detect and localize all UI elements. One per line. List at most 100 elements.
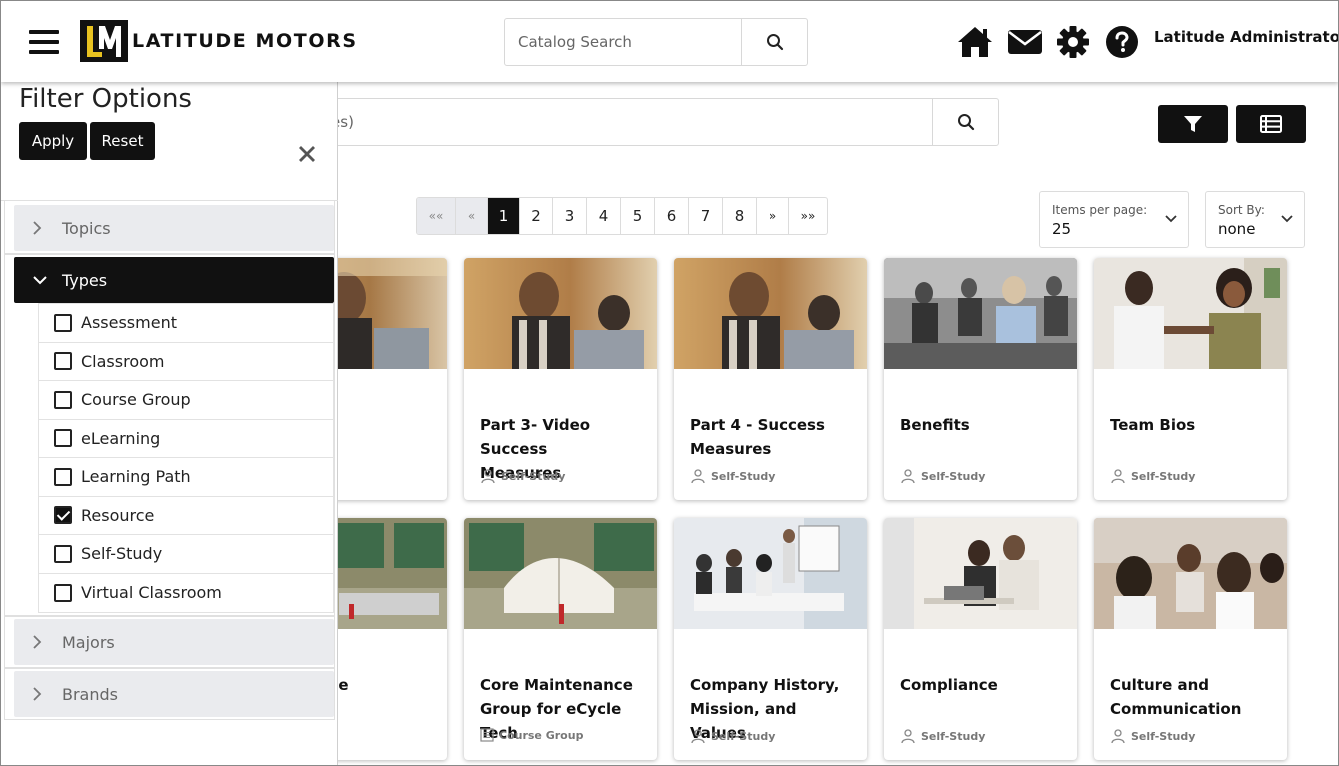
type-option-classroom[interactable]: Classroom	[39, 343, 333, 381]
filter-toggle-button[interactable]	[1158, 105, 1228, 143]
funnel-icon	[1184, 116, 1202, 132]
page-6-button[interactable]: 6	[655, 198, 689, 234]
type-option-resource[interactable]: Resource	[39, 497, 333, 535]
filter-section-brands[interactable]: Brands	[14, 671, 334, 717]
type-option-assessment[interactable]: Assessment	[39, 304, 333, 343]
course-card[interactable]: Company History, Mission, and Values Self…	[674, 518, 867, 760]
menu-hamburger-icon[interactable]	[29, 28, 61, 56]
checkbox[interactable]	[54, 467, 72, 486]
self-study-icon	[691, 469, 705, 484]
filter-section-types[interactable]: Types	[14, 257, 334, 303]
page-last-button[interactable]: »»	[789, 198, 827, 234]
chevron-right-icon	[32, 686, 50, 702]
self-study-icon	[1111, 469, 1125, 484]
course-thumbnail	[884, 258, 1077, 369]
filter-panel-title: Filter Options	[19, 84, 192, 114]
chevron-down-icon	[1165, 215, 1177, 223]
user-name: Latitude Administrator	[1154, 28, 1339, 46]
course-type: Self-Study	[690, 728, 775, 744]
page-next-button[interactable]: »	[757, 198, 789, 234]
company-logo[interactable]: LATITUDE MOTORS	[80, 20, 358, 62]
items-per-page-select[interactable]: Items per page: 25	[1039, 191, 1189, 248]
type-option-course-group[interactable]: Course Group	[39, 381, 333, 420]
course-group-icon	[480, 728, 494, 742]
type-option-virtual-classroom[interactable]: Virtual Classroom	[39, 574, 333, 613]
course-card[interactable]: Part 3- Video Success Measures Self-Study	[464, 258, 657, 500]
content-search-box[interactable]: otes)	[301, 98, 999, 146]
course-title: Part 4 - Success Measures	[690, 416, 825, 458]
type-option-elearning[interactable]: eLearning	[39, 420, 333, 458]
course-type: Course Group	[480, 728, 583, 742]
course-card[interactable]: Team Bios Self-Study	[1094, 258, 1287, 500]
course-card[interactable]: Part 4 - Success Measures Self-Study	[674, 258, 867, 500]
list-view-button[interactable]	[1236, 105, 1306, 143]
course-card[interactable]: Benefits Self-Study	[884, 258, 1077, 500]
page-8-button[interactable]: 8	[723, 198, 757, 234]
items-per-page-label: Items per page:	[1052, 203, 1148, 217]
gear-icon[interactable]	[1054, 23, 1092, 61]
types-option-list: Assessment Classroom Course Group eLearn…	[38, 303, 334, 613]
course-title: Benefits	[900, 416, 970, 434]
self-study-icon	[901, 729, 915, 744]
chevron-right-icon	[32, 634, 50, 650]
page-1-button[interactable]: 1	[488, 198, 520, 234]
mail-icon[interactable]	[1006, 23, 1044, 61]
self-study-icon	[481, 469, 495, 484]
self-study-icon	[691, 729, 705, 744]
checkbox[interactable]	[54, 313, 72, 332]
catalog-search-button[interactable]	[741, 19, 807, 65]
course-thumbnail	[674, 258, 867, 369]
logo-mark	[80, 20, 128, 62]
content-search-placeholder: otes)	[302, 99, 932, 145]
course-title: Culture and Communication	[1110, 676, 1242, 718]
page-4-button[interactable]: 4	[587, 198, 621, 234]
page-7-button[interactable]: 7	[689, 198, 723, 234]
course-type: Self-Study	[900, 468, 985, 484]
course-title: Compliance	[900, 676, 998, 694]
checkbox[interactable]	[54, 544, 72, 563]
course-type: Self-Study	[900, 728, 985, 744]
app-frame: LATITUDE MOTORS Catalog Search Latitude …	[0, 0, 1339, 766]
type-option-self-study[interactable]: Self-Study	[39, 535, 333, 574]
course-type: Self-Study	[1110, 468, 1195, 484]
course-type: Self-Study	[690, 468, 775, 484]
logo-text: LATITUDE MOTORS	[132, 30, 358, 52]
catalog-search-input[interactable]	[505, 19, 741, 65]
content-search-button[interactable]	[932, 99, 998, 145]
type-option-learning-path[interactable]: Learning Path	[39, 458, 333, 497]
filter-section-topics[interactable]: Topics	[14, 205, 334, 251]
items-per-page-value: 25	[1052, 220, 1072, 238]
sort-by-select[interactable]: Sort By: none	[1205, 191, 1305, 248]
page-first-button[interactable]: ««	[417, 198, 456, 234]
checkbox-checked[interactable]	[54, 506, 72, 525]
checkbox[interactable]	[54, 390, 72, 409]
reset-button[interactable]: Reset	[90, 122, 155, 160]
course-title: Team Bios	[1110, 416, 1196, 434]
chevron-down-icon	[1281, 215, 1293, 223]
course-thumbnail	[464, 518, 657, 629]
user-menu-dropdown[interactable]: Latitude Administrator	[1154, 28, 1339, 46]
chevron-down-icon	[32, 275, 50, 285]
home-icon[interactable]	[956, 23, 994, 61]
checkbox[interactable]	[54, 429, 72, 448]
page-prev-button[interactable]: «	[456, 198, 488, 234]
course-thumbnail	[464, 258, 657, 369]
list-view-icon	[1260, 115, 1282, 133]
course-type: Self-Study	[1110, 728, 1195, 744]
apply-button[interactable]: Apply	[19, 122, 87, 160]
page-5-button[interactable]: 5	[621, 198, 655, 234]
page-3-button[interactable]: 3	[553, 198, 587, 234]
page-2-button[interactable]: 2	[520, 198, 553, 234]
close-icon[interactable]	[295, 142, 319, 166]
checkbox[interactable]	[54, 583, 72, 602]
course-thumbnail	[884, 518, 1077, 629]
course-card[interactable]: Core Maintenance Group for eCycle Tech Co…	[464, 518, 657, 760]
help-icon[interactable]	[1103, 23, 1141, 61]
course-card[interactable]: Culture and Communication Self-Study	[1094, 518, 1287, 760]
top-header: LATITUDE MOTORS Catalog Search Latitude …	[1, 1, 1338, 82]
checkbox[interactable]	[54, 352, 72, 371]
filter-options-panel: Filter Options Apply Reset Topics Types …	[1, 82, 338, 765]
course-thumbnail	[1094, 258, 1287, 369]
filter-section-majors[interactable]: Majors	[14, 619, 334, 665]
course-card[interactable]: Compliance Self-Study	[884, 518, 1077, 760]
